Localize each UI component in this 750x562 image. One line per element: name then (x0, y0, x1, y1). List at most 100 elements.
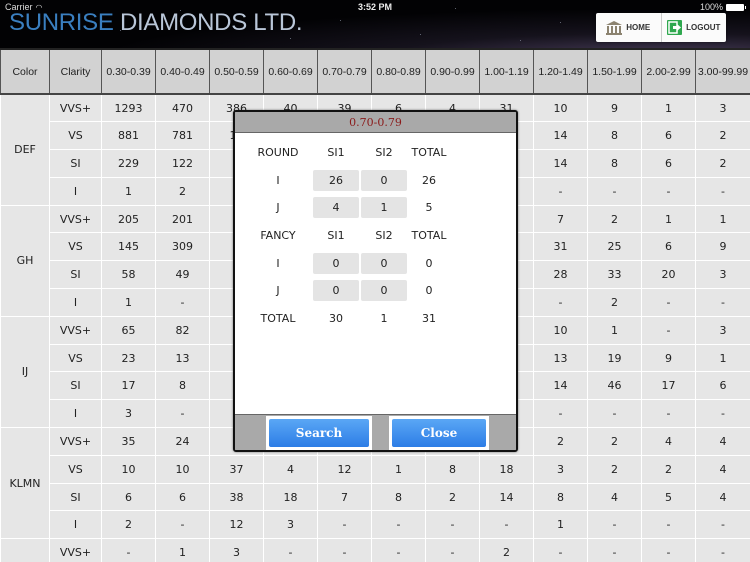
count-cell[interactable]: 8 (425, 454, 480, 484)
count-cell[interactable]: 4 (587, 482, 642, 512)
count-cell[interactable]: 2 (425, 482, 480, 512)
count-cell[interactable]: - (695, 510, 750, 540)
count-cell[interactable]: 6 (641, 121, 696, 151)
count-cell[interactable]: 6 (155, 482, 210, 512)
count-cell[interactable]: - (641, 176, 696, 206)
count-cell[interactable]: 1293 (101, 93, 156, 123)
count-cell[interactable]: - (533, 538, 588, 562)
count-cell[interactable]: 881 (101, 121, 156, 151)
count-cell[interactable]: 23 (101, 343, 156, 373)
count-cell[interactable]: 7 (317, 482, 372, 512)
count-cell[interactable]: 8 (155, 371, 210, 401)
count-cell[interactable]: 2 (695, 121, 750, 151)
fancy-i-si2-cell[interactable]: 0 (361, 252, 407, 274)
count-cell[interactable]: 201 (155, 204, 210, 234)
count-cell[interactable]: 14 (533, 121, 588, 151)
count-cell[interactable]: 4 (263, 454, 318, 484)
fancy-i-si1-cell[interactable]: 0 (313, 252, 359, 274)
count-cell[interactable]: 25 (587, 232, 642, 262)
count-cell[interactable]: 14 (533, 371, 588, 401)
count-cell[interactable]: - (695, 176, 750, 206)
round-i-si2-cell[interactable]: 0 (361, 169, 407, 191)
count-cell[interactable]: 14 (479, 482, 534, 512)
count-cell[interactable]: 4 (641, 427, 696, 456)
count-cell[interactable]: - (587, 538, 642, 562)
count-cell[interactable]: - (695, 538, 750, 562)
count-cell[interactable]: 1 (371, 454, 426, 484)
count-cell[interactable]: 2 (587, 288, 642, 317)
count-cell[interactable]: 7 (533, 204, 588, 234)
count-cell[interactable]: 18 (479, 454, 534, 484)
count-cell[interactable]: 122 (155, 149, 210, 178)
count-cell[interactable]: 38 (209, 482, 264, 512)
count-cell[interactable]: 1 (695, 204, 750, 234)
round-j-si2-cell[interactable]: 1 (361, 197, 407, 219)
count-cell[interactable]: 20 (641, 260, 696, 290)
count-cell[interactable]: 1 (641, 204, 696, 234)
count-cell[interactable]: 2 (533, 427, 588, 456)
count-cell[interactable]: 1 (641, 93, 696, 123)
count-cell[interactable]: - (641, 399, 696, 429)
count-cell[interactable]: 1 (533, 510, 588, 540)
count-cell[interactable]: 4 (695, 482, 750, 512)
count-cell[interactable]: - (317, 538, 372, 562)
count-cell[interactable]: - (533, 176, 588, 206)
count-cell[interactable]: 3 (695, 260, 750, 290)
round-i-si1-cell[interactable]: 26 (313, 169, 359, 191)
count-cell[interactable]: - (155, 399, 210, 429)
count-cell[interactable]: 12 (317, 454, 372, 484)
count-cell[interactable]: - (371, 510, 426, 540)
count-cell[interactable]: - (533, 399, 588, 429)
count-cell[interactable]: 229 (101, 149, 156, 178)
count-cell[interactable]: - (695, 399, 750, 429)
count-cell[interactable]: 10 (155, 454, 210, 484)
close-button[interactable]: Close (392, 419, 486, 447)
round-j-si1-cell[interactable]: 4 (313, 197, 359, 219)
count-cell[interactable]: 33 (587, 260, 642, 290)
count-cell[interactable]: 18 (263, 482, 318, 512)
count-cell[interactable]: 470 (155, 93, 210, 123)
count-cell[interactable]: 309 (155, 232, 210, 262)
count-cell[interactable]: 6 (101, 482, 156, 512)
count-cell[interactable]: 8 (533, 482, 588, 512)
count-cell[interactable]: 3 (263, 510, 318, 540)
count-cell[interactable]: 10 (101, 454, 156, 484)
count-cell[interactable]: 17 (641, 371, 696, 401)
count-cell[interactable]: 3 (533, 454, 588, 484)
count-cell[interactable]: 6 (641, 232, 696, 262)
count-cell[interactable]: 8 (587, 121, 642, 151)
count-cell[interactable]: - (533, 288, 588, 317)
count-cell[interactable]: 9 (587, 93, 642, 123)
count-cell[interactable]: 1 (695, 343, 750, 373)
count-cell[interactable]: - (263, 538, 318, 562)
search-button[interactable]: Search (269, 419, 369, 447)
count-cell[interactable]: 1 (101, 288, 156, 317)
home-button[interactable]: HOME (596, 13, 661, 42)
count-cell[interactable]: 2 (641, 454, 696, 484)
count-cell[interactable]: 2 (155, 176, 210, 206)
count-cell[interactable]: - (425, 538, 480, 562)
count-cell[interactable]: 8 (371, 482, 426, 512)
count-cell[interactable]: 1 (587, 315, 642, 345)
count-cell[interactable]: 49 (155, 260, 210, 290)
count-cell[interactable]: - (641, 288, 696, 317)
count-cell[interactable]: 2 (695, 149, 750, 178)
count-cell[interactable]: 35 (101, 427, 156, 456)
count-cell[interactable]: - (641, 315, 696, 345)
count-cell[interactable]: 5 (641, 482, 696, 512)
count-cell[interactable]: 8 (587, 149, 642, 178)
logout-button[interactable]: LOGOUT (660, 13, 727, 42)
count-cell[interactable]: 31 (533, 232, 588, 262)
count-cell[interactable]: 6 (695, 371, 750, 401)
count-cell[interactable]: 24 (155, 427, 210, 456)
count-cell[interactable]: 2 (101, 510, 156, 540)
count-cell[interactable]: 13 (533, 343, 588, 373)
count-cell[interactable]: 12 (209, 510, 264, 540)
count-cell[interactable]: 1 (101, 176, 156, 206)
count-cell[interactable]: 46 (587, 371, 642, 401)
count-cell[interactable]: 58 (101, 260, 156, 290)
count-cell[interactable]: 10 (533, 315, 588, 345)
count-cell[interactable]: - (479, 510, 534, 540)
count-cell[interactable]: 3 (695, 93, 750, 123)
count-cell[interactable]: - (101, 538, 156, 562)
